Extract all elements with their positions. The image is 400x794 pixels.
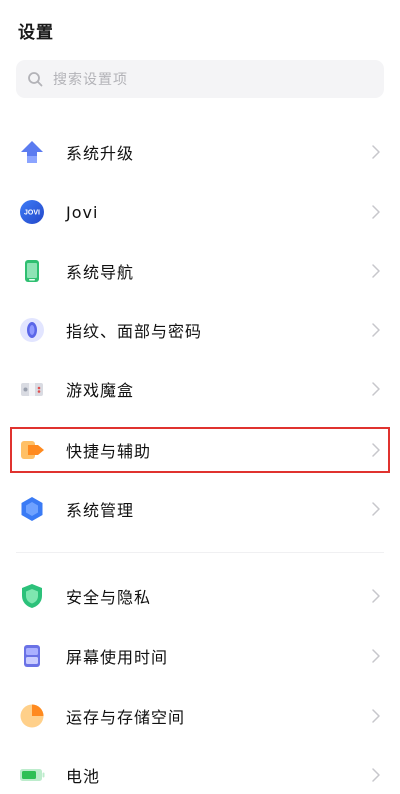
settings-item-label: 系统升级 <box>66 144 135 163</box>
jovi-logo-icon: JOVI <box>18 198 46 226</box>
search-input[interactable]: 搜索设置项 <box>16 60 384 98</box>
settings-item-label: 电池 <box>66 767 101 786</box>
game-box-icon <box>18 375 46 403</box>
settings-item-screen-time[interactable]: 屏幕使用时间 <box>0 628 400 684</box>
chevron-right-icon <box>372 648 382 664</box>
settings-item-label: 屏幕使用时间 <box>66 648 169 667</box>
settings-item-system-navigation[interactable]: 系统导航 <box>0 243 400 299</box>
hourglass-icon <box>18 642 46 670</box>
settings-item-system-upgrade[interactable]: 系统升级 <box>0 124 400 180</box>
chevron-right-icon <box>372 263 382 279</box>
phone-navigation-icon <box>18 257 46 285</box>
chevron-right-icon <box>372 708 382 724</box>
settings-item-battery[interactable]: 电池 <box>0 747 400 794</box>
highlight-box <box>10 427 390 473</box>
settings-item-memory-storage[interactable]: 运存与存储空间 <box>0 688 400 744</box>
settings-item-label: 系统管理 <box>66 501 135 520</box>
settings-item-game-box[interactable]: 游戏魔盒 <box>0 361 400 417</box>
chevron-right-icon <box>372 767 382 783</box>
chevron-right-icon <box>372 144 382 160</box>
page-title: 设置 <box>18 23 54 43</box>
fingerprint-icon <box>18 316 46 344</box>
chevron-right-icon <box>372 501 382 517</box>
settings-item-label: 运存与存储空间 <box>66 708 186 727</box>
chevron-right-icon <box>372 322 382 338</box>
settings-item-fingerprint-face-password[interactable]: 指纹、面部与密码 <box>0 302 400 358</box>
chevron-right-icon <box>372 204 382 220</box>
storage-pie-icon <box>18 702 46 730</box>
settings-item-label: 安全与隐私 <box>66 588 152 607</box>
search-icon <box>27 70 45 88</box>
settings-item-system-management[interactable]: 系统管理 <box>0 481 400 537</box>
settings-item-jovi[interactable]: JOVI Jovi <box>0 184 400 240</box>
settings-page: 设置 搜索设置项 系统升级 JOVI Jovi 系统导航 指纹、面部与密码 游戏… <box>0 0 400 794</box>
upload-arrow-icon <box>18 138 46 166</box>
hexagon-icon <box>18 495 46 523</box>
settings-item-label: 指纹、面部与密码 <box>66 322 203 341</box>
search-placeholder: 搜索设置项 <box>53 72 128 88</box>
svg-text:JOVI: JOVI <box>24 210 40 217</box>
chevron-right-icon <box>372 381 382 397</box>
shield-icon <box>18 582 46 610</box>
chevron-right-icon <box>372 588 382 604</box>
section-divider <box>16 552 384 553</box>
battery-icon <box>18 761 46 789</box>
settings-item-label: 游戏魔盒 <box>66 381 135 400</box>
settings-item-label: Jovi <box>66 202 99 222</box>
settings-item-security-privacy[interactable]: 安全与隐私 <box>0 568 400 624</box>
settings-item-label: 系统导航 <box>66 263 135 282</box>
